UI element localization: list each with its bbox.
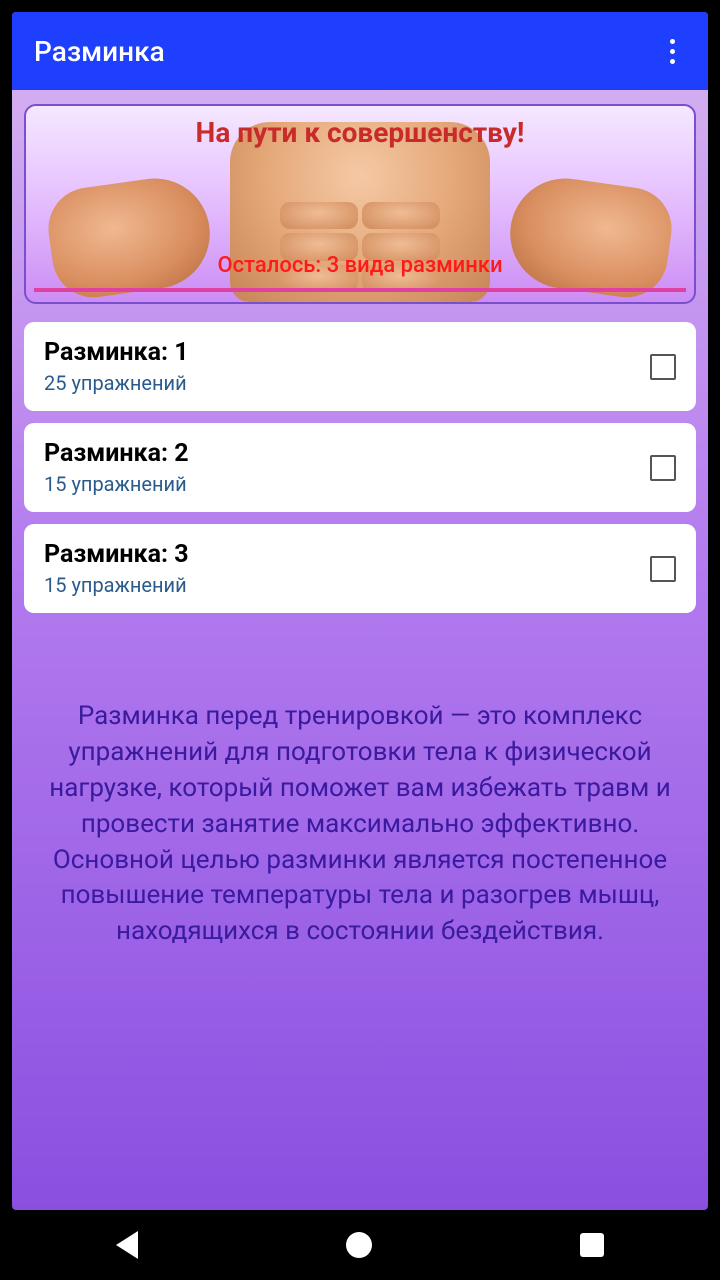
warmup-list: Разминка: 1 25 упражнений Разминка: 2 15…: [24, 322, 696, 613]
hero-subtitle: Осталось: 3 вида разминки: [26, 253, 694, 278]
hero-title: На пути к совершенству!: [26, 116, 694, 149]
content-area: На пути к совершенству! Осталось: 3 вида…: [12, 90, 708, 1210]
warmup-checkbox[interactable]: [650, 354, 676, 380]
hero-card: На пути к совершенству! Осталось: 3 вида…: [24, 104, 696, 304]
list-item[interactable]: Разминка: 2 15 упражнений: [24, 423, 696, 512]
system-nav-bar: [12, 1210, 708, 1280]
more-options-icon[interactable]: [658, 37, 686, 65]
app-screen: Разминка На пути к совершенству! Осталос…: [12, 12, 708, 1210]
list-item[interactable]: Разминка: 1 25 упражнений: [24, 322, 696, 411]
nav-home-icon[interactable]: [346, 1232, 372, 1258]
page-title: Разминка: [34, 35, 165, 68]
device-frame: Разминка На пути к совершенству! Осталос…: [0, 0, 720, 1280]
hero-progress-line: [34, 288, 686, 292]
nav-back-icon[interactable]: [116, 1231, 138, 1259]
warmup-title: Разминка: 3: [44, 540, 189, 569]
warmup-title: Разминка: 1: [44, 338, 189, 367]
warmup-subtitle: 15 упражнений: [44, 573, 189, 597]
app-bar: Разминка: [12, 12, 708, 90]
warmup-title: Разминка: 2: [44, 439, 189, 468]
list-item[interactable]: Разминка: 3 15 упражнений: [24, 524, 696, 613]
warmup-subtitle: 15 упражнений: [44, 472, 189, 496]
nav-recent-icon[interactable]: [580, 1233, 604, 1257]
description-text: Разминка перед тренировкой — это комплек…: [24, 699, 696, 950]
warmup-subtitle: 25 упражнений: [44, 371, 189, 395]
warmup-checkbox[interactable]: [650, 556, 676, 582]
warmup-checkbox[interactable]: [650, 455, 676, 481]
